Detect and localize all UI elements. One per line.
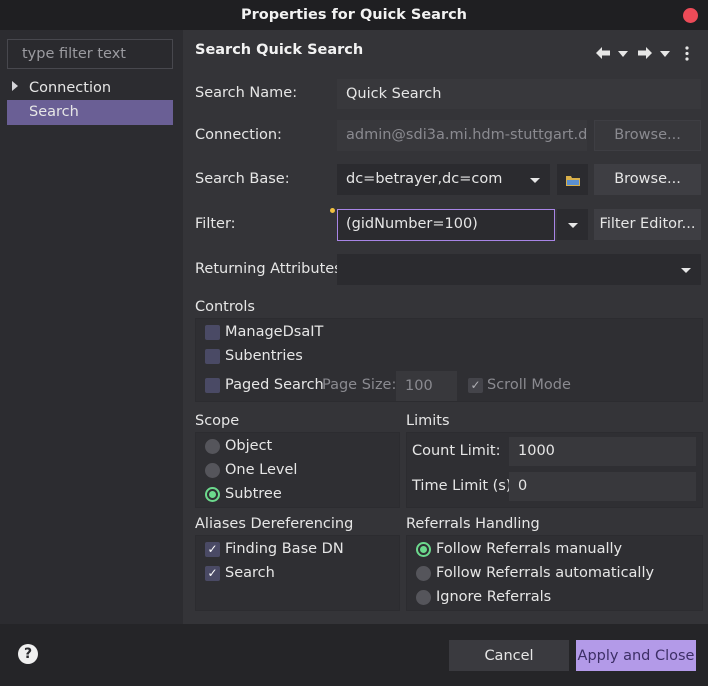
filter-label: Filter: [195,216,236,232]
ignore-referrals-radio[interactable] [416,590,431,605]
manage-dsait-checkbox[interactable] [205,325,220,340]
scope-one-level-radio[interactable] [205,463,220,478]
paged-search-checkbox[interactable] [205,378,220,393]
search-name-label: Search Name: [195,85,298,101]
count-limit-label: Count Limit: [412,443,501,459]
search-base-history-button[interactable] [557,164,588,195]
connection-field: admin@sdi3a.mi.hdm-stuttgart.de [337,120,587,151]
follow-referrals-manually-radio[interactable] [416,542,431,557]
subentries-label: Subentries [225,348,303,364]
referrals-group-title: Referrals Handling [406,516,540,532]
forward-history-dropdown-icon[interactable] [660,51,670,57]
search-name-input[interactable]: Quick Search [337,79,701,109]
tree-item-connection[interactable]: Connection [29,76,111,100]
time-limit-input[interactable]: 0 [509,472,696,501]
aliases-group-title: Aliases Dereferencing [195,516,354,532]
follow-referrals-automatically-label: Follow Referrals automatically [436,565,655,581]
filter-dropdown-button[interactable] [557,209,588,240]
cancel-button[interactable]: Cancel [449,640,569,671]
scope-object-label: Object [225,438,273,454]
help-icon[interactable]: ? [18,644,38,664]
aliases-search-label: Search [225,565,275,581]
back-history-dropdown-icon[interactable] [618,51,628,57]
search-base-label: Search Base: [195,171,290,187]
scope-group-title: Scope [195,413,240,429]
scope-one-level-label: One Level [225,462,298,478]
page-title: Search Quick Search [195,42,364,58]
ignore-referrals-label: Ignore Referrals [436,589,552,605]
returning-attributes-label: Returning Attributes: [195,261,347,277]
time-limit-label: Time Limit (s): [412,478,517,494]
filter-text-input[interactable] [7,39,173,69]
connection-label: Connection: [195,127,282,143]
controls-group-title: Controls [195,299,255,315]
follow-referrals-automatically-radio[interactable] [416,566,431,581]
window-title: Properties for Quick Search [240,7,468,23]
count-limit-input[interactable]: 1000 [509,437,696,466]
expand-arrow-icon[interactable] [12,81,18,91]
follow-referrals-manually-label: Follow Referrals manually [436,541,623,557]
close-icon[interactable] [683,8,698,23]
search-base-input[interactable]: dc=betrayer,dc=com [337,164,519,195]
folder-icon [566,176,580,186]
filter-editor-button[interactable]: Filter Editor... [594,209,701,240]
scroll-mode-label: Scroll Mode [487,377,571,393]
page-size-label: Page Size: [322,377,397,393]
forward-arrow-icon[interactable] [637,46,653,60]
page-size-input[interactable]: 100 [396,371,457,401]
search-base-dropdown-button[interactable] [519,164,550,195]
paged-search-label: Paged Search [225,377,324,393]
apply-and-close-button[interactable]: Apply and Close [576,640,696,671]
scope-subtree-label: Subtree [225,486,282,502]
tree-item-search[interactable]: Search [29,100,79,124]
returning-attributes-dropdown-button[interactable] [670,254,701,285]
scroll-mode-checkbox[interactable] [468,378,483,393]
back-arrow-icon[interactable] [595,46,611,60]
search-base-browse-button[interactable]: Browse... [594,164,701,195]
content-assist-indicator-icon [330,208,335,213]
limits-group-title: Limits [406,413,450,429]
returning-attributes-input[interactable] [337,254,670,285]
finding-base-dn-checkbox[interactable] [205,542,220,557]
finding-base-dn-label: Finding Base DN [225,541,344,557]
manage-dsait-label: ManageDsaIT [225,324,324,340]
filter-input[interactable]: (gidNumber=100) [337,209,555,241]
view-menu-icon[interactable] [684,46,690,61]
subentries-checkbox[interactable] [205,349,220,364]
connection-browse-button[interactable]: Browse... [594,120,701,151]
scope-object-radio[interactable] [205,439,220,454]
scope-subtree-radio[interactable] [205,487,220,502]
aliases-search-checkbox[interactable] [205,566,220,581]
